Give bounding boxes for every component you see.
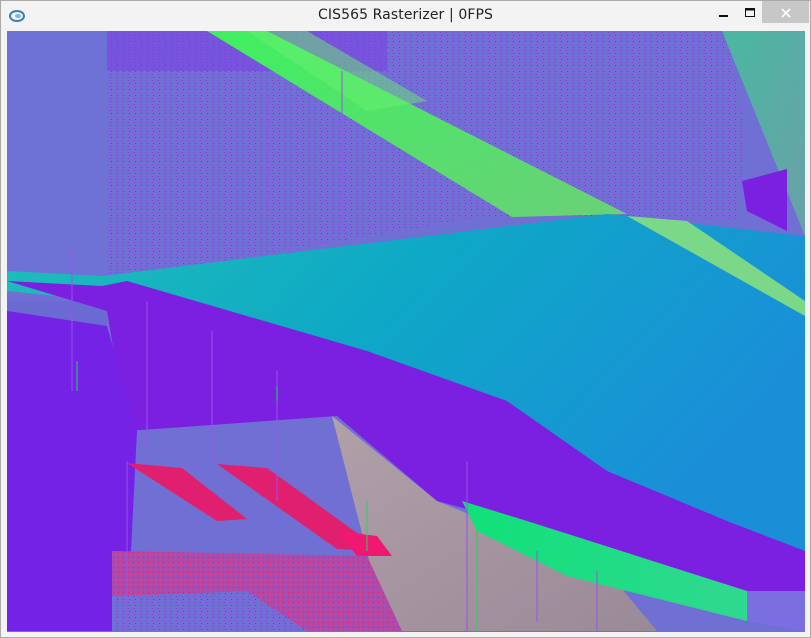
close-button[interactable]	[762, 1, 809, 23]
maximize-icon	[745, 3, 755, 22]
rendered-scene	[7, 31, 805, 632]
render-viewport[interactable]	[7, 31, 805, 632]
close-icon	[780, 3, 791, 22]
maximize-button[interactable]	[739, 1, 761, 23]
title-bar[interactable]: CIS565 Rasterizer | 0FPS	[1, 1, 810, 31]
application-window: CIS565 Rasterizer | 0FPS	[0, 0, 811, 638]
minimize-icon	[719, 3, 729, 22]
window-title: CIS565 Rasterizer | 0FPS	[317, 7, 494, 23]
minimize-button[interactable]	[713, 1, 735, 23]
